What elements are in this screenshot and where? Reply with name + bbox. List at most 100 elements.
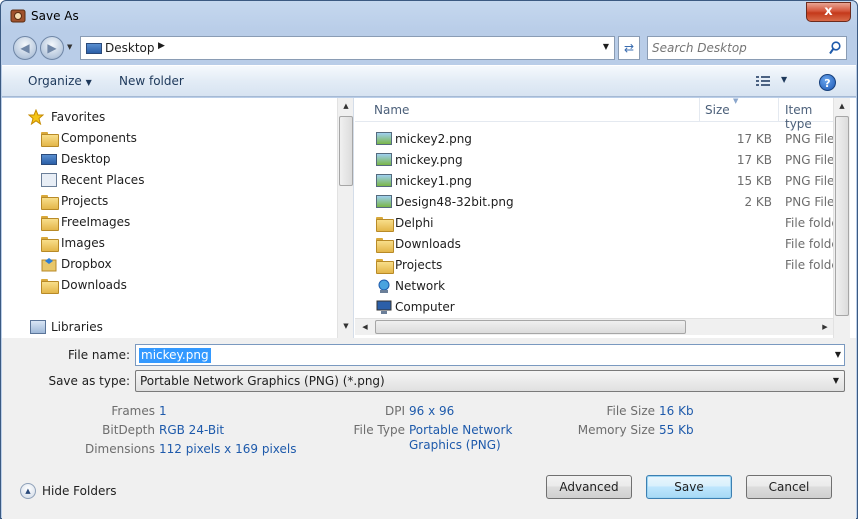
- view-options-icon[interactable]: [756, 75, 772, 87]
- scrollbar-thumb[interactable]: [835, 116, 849, 316]
- address-bar[interactable]: Desktop ▶ ▼: [80, 36, 615, 60]
- search-box[interactable]: [647, 36, 847, 60]
- frames-value: 1: [159, 404, 167, 418]
- file-type-value-line2: Graphics (PNG): [409, 438, 501, 452]
- file-list-horizontal-scrollbar[interactable]: ◀ ▶: [355, 318, 833, 335]
- help-button[interactable]: ?: [819, 74, 836, 91]
- close-button[interactable]: x: [806, 2, 851, 22]
- folder-icon: [41, 132, 59, 147]
- new-folder-button[interactable]: New folder: [119, 74, 184, 88]
- save-as-type-select[interactable]: Portable Network Graphics (PNG) (*.png) …: [135, 370, 845, 392]
- folder-icon: [376, 259, 394, 274]
- file-row-delphi[interactable]: Delphi File folder: [355, 213, 844, 234]
- sort-indicator-icon: ▼: [733, 98, 739, 105]
- dpi-value: 96 x 96: [409, 404, 455, 418]
- organize-button[interactable]: Organize ▼: [28, 74, 92, 88]
- file-row-projects[interactable]: Projects File folder: [355, 255, 844, 276]
- dpi-label: DPI: [384, 404, 405, 418]
- refresh-button[interactable]: ⇄: [618, 36, 640, 60]
- file-type: PNG File: [785, 195, 835, 209]
- chevron-up-icon: ▲: [20, 483, 36, 499]
- file-name: Projects: [395, 258, 443, 272]
- breadcrumb-arrow-icon[interactable]: ▶: [158, 41, 165, 51]
- sidebar-item-desktop[interactable]: Desktop: [2, 149, 337, 169]
- scroll-left-arrow-icon[interactable]: ◀: [357, 319, 373, 335]
- file-name: mickey2.png: [395, 132, 472, 146]
- column-size[interactable]: Size: [705, 103, 730, 117]
- breadcrumb-desktop[interactable]: Desktop: [105, 41, 155, 55]
- chevron-down-icon[interactable]: ▼: [833, 376, 839, 385]
- sidebar-item-freeimages[interactable]: FreeImages: [2, 212, 337, 232]
- bitdepth-value: RGB 24-Bit: [159, 423, 225, 437]
- sidebar-item-images[interactable]: Images: [2, 233, 337, 253]
- file-row-design48-png[interactable]: Design48-32bit.png 2 KB PNG File: [355, 192, 840, 213]
- sidebar-item-downloads[interactable]: Downloads: [2, 275, 337, 295]
- png-file-icon: [376, 174, 392, 187]
- file-size: 17 KB: [736, 132, 772, 146]
- file-row-mickey-png[interactable]: mickey.png 17 KB PNG File: [355, 150, 840, 171]
- dimensions-value: 112 pixels x 169 pixels: [159, 442, 297, 456]
- downloads-icon: [41, 279, 59, 294]
- column-divider[interactable]: [699, 98, 700, 122]
- cancel-button[interactable]: Cancel: [746, 475, 832, 499]
- file-name-input[interactable]: mickey.png ▼: [135, 344, 845, 366]
- recent-places-icon: [41, 173, 57, 187]
- search-input[interactable]: [652, 40, 822, 56]
- window-title: Save As: [31, 9, 79, 23]
- file-row-network[interactable]: Network: [355, 276, 840, 297]
- nav-libraries[interactable]: Libraries: [2, 317, 337, 337]
- network-icon: [378, 279, 390, 293]
- scrollbar-thumb[interactable]: [375, 320, 686, 334]
- file-name-value[interactable]: mickey.png: [139, 348, 211, 363]
- scrollbar-thumb[interactable]: [339, 116, 353, 186]
- file-row-mickey1-png[interactable]: mickey1.png 15 KB PNG File: [355, 171, 840, 192]
- sidebar-item-projects[interactable]: Projects: [2, 191, 337, 211]
- file-size: 2 KB: [744, 195, 772, 209]
- file-row-mickey2-png[interactable]: mickey2.png 17 KB PNG File: [355, 129, 840, 150]
- back-button[interactable]: ◀: [13, 36, 37, 60]
- desktop-icon: [86, 43, 102, 54]
- png-file-icon: [376, 132, 392, 145]
- file-name: Computer: [395, 300, 455, 314]
- column-item-type[interactable]: Item type: [785, 103, 840, 131]
- save-button[interactable]: Save: [646, 475, 732, 499]
- column-name[interactable]: Name: [374, 103, 409, 117]
- sidebar-item-components[interactable]: Components: [2, 128, 337, 148]
- navigation-scrollbar[interactable]: ▲ ▼: [337, 98, 353, 338]
- sidebar-item-label: Dropbox: [61, 257, 112, 271]
- scroll-up-arrow-icon[interactable]: ▲: [338, 98, 353, 114]
- view-options-dropdown-icon[interactable]: ▼: [781, 75, 787, 84]
- recent-locations-dropdown[interactable]: ▼: [67, 43, 75, 51]
- file-size: 15 KB: [736, 174, 772, 188]
- file-list-vertical-scrollbar[interactable]: ▲: [833, 98, 850, 338]
- sidebar-item-label: FreeImages: [61, 215, 131, 229]
- sidebar-item-recent-places[interactable]: Recent Places: [2, 170, 337, 190]
- png-file-icon: [376, 195, 392, 208]
- scroll-up-arrow-icon[interactable]: ▲: [834, 98, 850, 114]
- navigation-pane: Favorites Components Desktop Recent Plac…: [2, 98, 354, 338]
- file-row-computer[interactable]: Computer: [355, 297, 840, 318]
- chevron-down-icon[interactable]: ▼: [835, 350, 841, 359]
- forward-button[interactable]: ▶: [40, 36, 64, 60]
- file-name: Design48-32bit.png: [395, 195, 514, 209]
- scroll-down-arrow-icon[interactable]: ▼: [338, 318, 353, 334]
- column-divider[interactable]: [778, 98, 779, 122]
- file-type: PNG File: [785, 174, 835, 188]
- advanced-button[interactable]: Advanced: [546, 475, 632, 499]
- dimensions-label: Dimensions: [84, 442, 155, 456]
- sidebar-item-label: Components: [61, 131, 137, 145]
- sidebar-item-label: Downloads: [61, 278, 127, 292]
- memory-size-value: 55 Kb: [659, 423, 694, 437]
- file-name-label: File name:: [68, 348, 130, 362]
- scroll-right-arrow-icon[interactable]: ▶: [817, 319, 833, 335]
- sidebar-item-dropbox[interactable]: Dropbox: [2, 254, 337, 274]
- nav-favorites[interactable]: Favorites: [2, 107, 337, 127]
- search-icon[interactable]: [829, 41, 841, 55]
- file-size: 17 KB: [736, 153, 772, 167]
- file-type-value-line1: Portable Network: [409, 423, 513, 437]
- desktop-icon: [41, 154, 57, 165]
- navigation-bar: ◀ ▶ ▼ Desktop ▶ ▼ ⇄: [1, 33, 857, 63]
- title-bar[interactable]: Save As x: [1, 1, 857, 33]
- file-row-downloads[interactable]: Downloads File folder: [355, 234, 844, 255]
- address-dropdown-icon[interactable]: ▼: [603, 42, 609, 51]
